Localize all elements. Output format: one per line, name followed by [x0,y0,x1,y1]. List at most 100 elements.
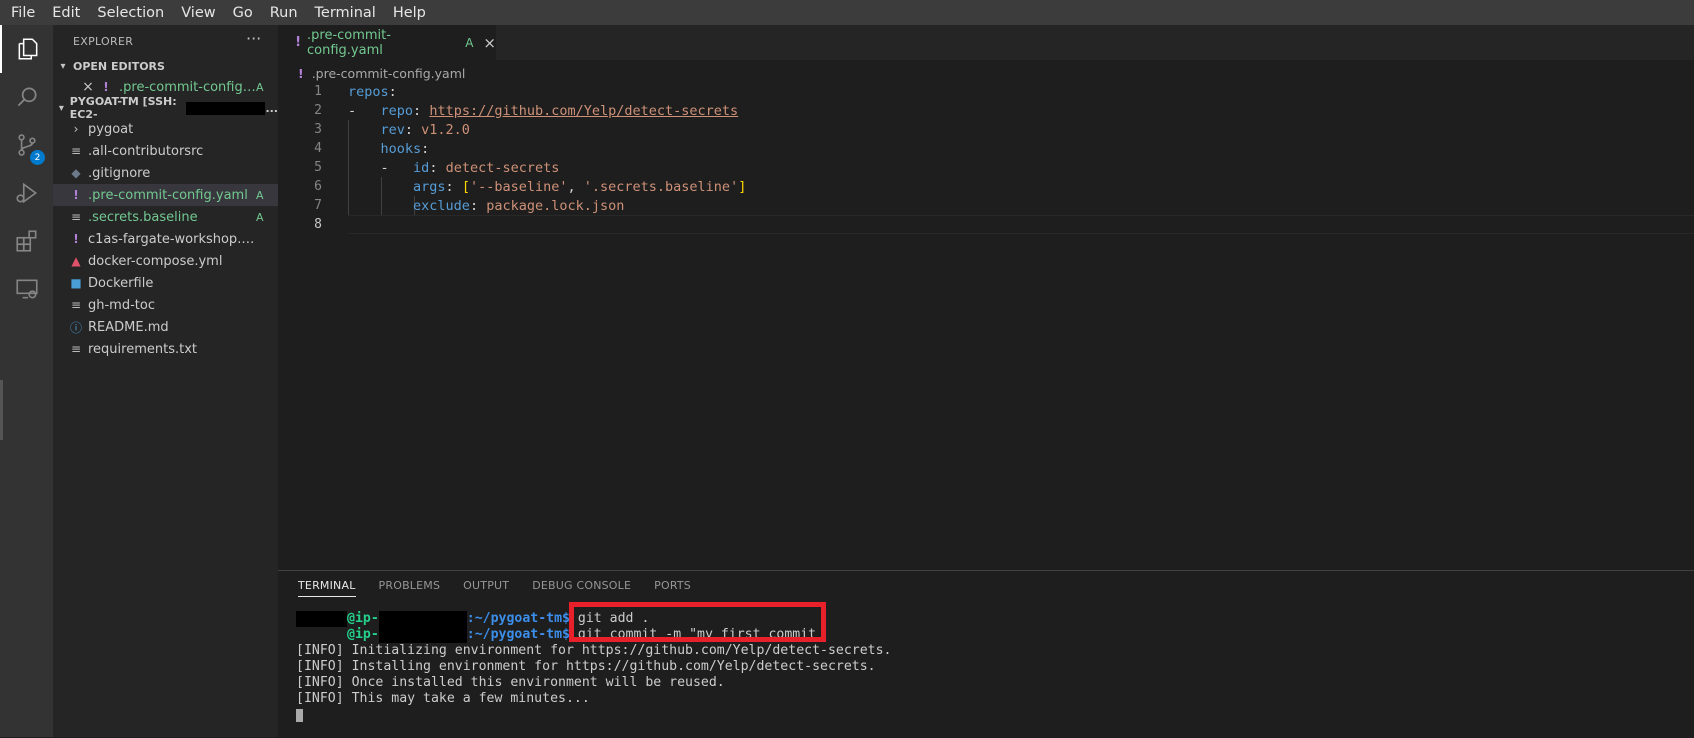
yaml-comma: , [567,178,584,195]
workspace-ellipsis: ... [265,101,278,115]
file-label: .all-contributorsrc [88,143,204,159]
git-status-badge: A [256,210,264,224]
file-lines-icon: ≡ [70,298,82,312]
yaml-bracket: ] [738,178,747,195]
file-item[interactable]: ! .pre-commit-config.yaml A [53,184,278,206]
yaml-colon: : [388,83,397,100]
menu-go[interactable]: Go [223,5,260,21]
tab-ports[interactable]: PORTS [654,579,691,597]
file-label: .secrets.baseline [88,209,198,225]
tab-problems[interactable]: PROBLEMS [379,579,441,597]
menu-selection[interactable]: Selection [87,5,171,21]
yaml-exclaim-icon: ! [73,188,79,202]
line-number: 4 [314,141,322,156]
chevron-down-icon: ▾ [60,60,66,72]
breadcrumb-file[interactable]: .pre-commit-config.yaml [312,66,466,81]
open-editors-label: OPEN EDITORS [73,59,165,73]
close-icon[interactable]: × [483,34,496,52]
yaml-exclaim-icon: ! [73,232,79,246]
menu-edit[interactable]: Edit [42,5,87,21]
yaml-colon: : [413,102,430,119]
extensions-icon[interactable] [0,217,53,265]
git-status-badge: A [256,80,264,94]
breadcrumb[interactable]: ! .pre-commit-config.yaml [298,62,465,84]
workspace-header[interactable]: ▾ PYGOAT-TM [SSH: EC2- ... [53,95,278,121]
yaml-dash: - [348,102,357,119]
file-label: Dockerfile [88,275,154,291]
menu-view[interactable]: View [171,5,222,21]
panel-tabs: TERMINAL PROBLEMS OUTPUT DEBUG CONSOLE P… [298,579,714,597]
file-item[interactable]: ■ Dockerfile [53,272,278,294]
file-item[interactable]: › pygoat [53,118,278,140]
yaml-key: repo [380,102,414,119]
tab-output[interactable]: OUTPUT [463,579,509,597]
run-debug-icon[interactable] [0,169,53,217]
yaml-key: hooks [380,140,422,157]
close-icon[interactable]: × [79,79,97,95]
menu-file[interactable]: File [0,5,42,21]
file-item[interactable]: ! c1as-fargate-workshop.yaml [53,228,278,250]
explorer-title: EXPLORER [73,35,134,48]
file-item[interactable]: ▲ docker-compose.yml [53,250,278,272]
code-line-current: 8 [278,215,1694,234]
yaml-colon: : [404,121,422,138]
file-lines-icon: ≡ [70,144,82,158]
open-editors-header[interactable]: ▾ OPEN EDITORS [53,55,278,77]
redacted-user [296,627,347,643]
menu-terminal[interactable]: Terminal [305,5,383,21]
yaml-key: args [413,178,446,195]
tab-debug-console[interactable]: DEBUG CONSOLE [532,579,631,597]
scm-badge: 2 [30,150,45,165]
tab-pre-commit-config[interactable]: ! .pre-commit-config.yaml A × [278,25,496,60]
file-label: c1as-fargate-workshop.yaml [88,231,256,247]
line-number: 8 [314,217,322,232]
more-actions-icon[interactable]: ··· [246,29,261,48]
file-item[interactable]: ⓘ README.md [53,316,278,338]
editor-tabs: ! .pre-commit-config.yaml A × [278,25,1694,60]
yaml-colon: : [445,178,462,195]
yaml-url-link[interactable]: https://github.com/Yelp/detect-secrets [429,103,738,119]
redacted-user [296,611,347,627]
terminal-cursor-line [296,707,891,723]
remote-explorer-icon[interactable] [0,265,53,313]
menu-run[interactable]: Run [260,5,305,21]
yaml-colon: : [469,197,487,214]
file-label: docker-compose.yml [88,253,223,269]
file-label: .pre-commit-config.yaml [88,187,248,203]
code-line: 1 repos: [278,82,1694,101]
file-label: README.md [88,319,169,335]
yaml-colon: : [421,140,430,157]
yaml-dash: - [380,159,389,176]
menu-bar: File Edit Selection View Go Run Terminal… [0,0,1694,25]
docker-compose-icon: ▲ [71,254,81,268]
terminal-output: [INFO] Once installed this environment w… [296,675,725,690]
code-line: 3 rev: v1.2.0 [278,120,1694,139]
source-control-icon[interactable]: 2 [0,121,53,169]
terminal-output: [INFO] Installing environment for https:… [296,659,876,674]
yaml-key: repos [348,83,389,100]
highlight-box [569,602,826,642]
redacted-host [185,101,266,115]
file-item[interactable]: ◆ .gitignore [53,162,278,184]
file-lines-icon: ≡ [70,342,82,356]
open-editor-name: .pre-commit-config.... [119,79,256,95]
tab-terminal[interactable]: TERMINAL [298,579,356,597]
menu-help[interactable]: Help [383,5,433,21]
file-item[interactable]: ≡ .secrets.baseline A [53,206,278,228]
explorer-sidebar: EXPLORER ··· ▾ OPEN EDITORS × ! .pre-com… [53,25,278,737]
yaml-key: exclude [413,197,470,214]
activity-bar: 2 [0,25,53,737]
line-number: 6 [314,179,322,194]
file-item[interactable]: ≡ gh-md-toc [53,294,278,316]
tab-label: .pre-commit-config.yaml [307,27,391,58]
file-label: requirements.txt [88,341,198,357]
redacted-ip [378,627,467,643]
file-lines-icon: ≡ [70,210,82,224]
file-item[interactable]: ≡ requirements.txt [53,338,278,360]
code-line: 4 hooks: [278,139,1694,158]
explorer-icon[interactable] [0,25,53,73]
search-icon[interactable] [0,73,53,121]
info-icon: ⓘ [69,320,82,335]
prompt-path: :~/pygoat-tm$ [466,627,570,642]
file-item[interactable]: ≡ .all-contributorsrc [53,140,278,162]
